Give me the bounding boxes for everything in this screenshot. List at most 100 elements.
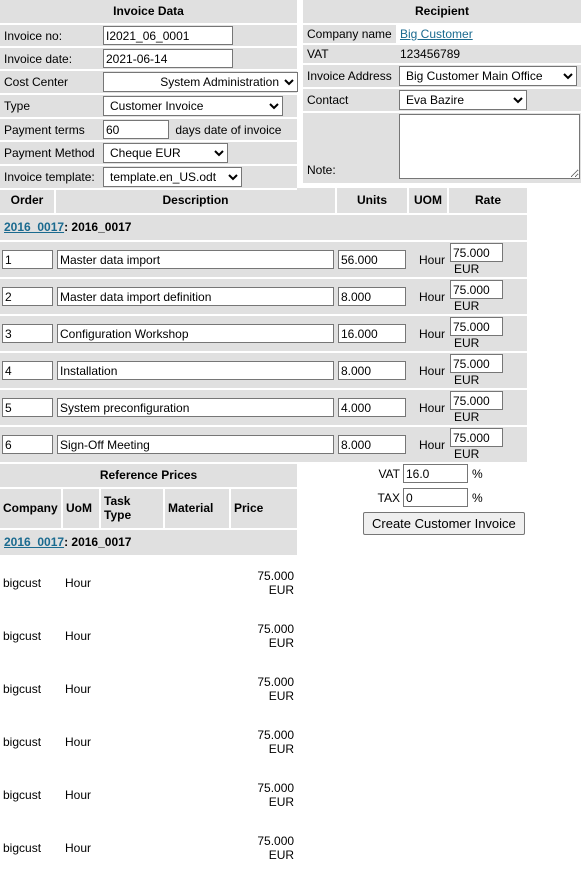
cost-center-label: Cost Center xyxy=(0,70,100,95)
payment-method-select[interactable]: Cheque EUR xyxy=(103,143,228,163)
invoice-date-input[interactable] xyxy=(103,49,233,68)
item-rate-input[interactable] xyxy=(450,317,503,336)
contact-select[interactable]: Eva Bazire xyxy=(399,90,527,110)
item-units-cell xyxy=(336,389,408,427)
type-cell: Customer Invoice xyxy=(100,94,298,119)
totals-box: VAT % TAX % Create Customer Invoice xyxy=(360,464,560,535)
payment-terms-cell: days date of invoice xyxy=(100,118,298,142)
list-item: bigcust Hour 75.000 EUR xyxy=(0,663,298,716)
row-company-name: Company name Big Customer xyxy=(303,24,581,45)
table-row: Hour EUR xyxy=(0,278,527,316)
table-row: Hour EUR xyxy=(0,389,527,427)
item-order-input[interactable] xyxy=(2,435,53,454)
item-uom-value: Hour xyxy=(408,352,448,390)
ref-company: bigcust xyxy=(0,610,62,663)
item-rate-cell: EUR xyxy=(448,315,527,353)
item-rate-cell: EUR xyxy=(448,389,527,427)
ref-group-suffix: : 2016_0017 xyxy=(64,535,132,549)
item-rate-input[interactable] xyxy=(450,391,503,410)
item-description-cell xyxy=(55,315,336,353)
payment-method-label: Payment Method xyxy=(0,141,100,166)
ref-company: bigcust xyxy=(0,769,62,822)
item-order-input[interactable] xyxy=(2,287,53,306)
items-group-suffix: : 2016_0017 xyxy=(64,220,132,234)
ref-uom: Hour xyxy=(62,822,100,875)
item-order-cell xyxy=(0,315,55,353)
items-group-link[interactable]: 2016_0017 xyxy=(4,220,64,234)
create-customer-invoice-button[interactable]: Create Customer Invoice xyxy=(363,512,525,535)
item-units-input[interactable] xyxy=(338,324,406,343)
table-row: Hour EUR xyxy=(0,426,527,464)
vat-label: VAT xyxy=(303,44,396,65)
item-description-input[interactable] xyxy=(57,398,334,417)
tax-total-label: TAX xyxy=(377,490,400,505)
item-rate-input[interactable] xyxy=(450,243,503,262)
ref-group-link[interactable]: 2016_0017 xyxy=(4,535,64,549)
item-rate-input[interactable] xyxy=(450,428,503,447)
items-header-row: Order Description Units UOM Rate xyxy=(0,188,527,215)
invoice-template-select[interactable]: template.en_US.odt xyxy=(103,167,242,187)
ref-material xyxy=(164,556,230,610)
payment-terms-input[interactable] xyxy=(103,120,169,139)
vat-input[interactable] xyxy=(403,464,468,483)
tax-input[interactable] xyxy=(403,488,468,507)
item-description-input[interactable] xyxy=(57,324,334,343)
recipient-table: Recipient Company name Big Customer VAT … xyxy=(303,0,581,185)
item-units-input[interactable] xyxy=(338,287,406,306)
item-uom-value: Hour xyxy=(408,389,448,427)
item-units-input[interactable] xyxy=(338,398,406,417)
vat-percent-sign: % xyxy=(472,466,483,481)
items-header-rate: Rate xyxy=(448,188,527,215)
items-group-row: 2016_0017: 2016_0017 xyxy=(0,214,527,242)
ref-group-row: 2016_0017: 2016_0017 xyxy=(0,529,298,557)
payment-method-cell: Cheque EUR xyxy=(100,141,298,166)
item-order-input[interactable] xyxy=(2,398,53,417)
item-rate-input[interactable] xyxy=(450,354,503,373)
item-uom-value: Hour xyxy=(408,241,448,279)
type-select[interactable]: Customer Invoice xyxy=(103,96,283,116)
ref-task-type xyxy=(100,716,164,769)
vat-row: VAT % xyxy=(360,464,560,483)
ref-uom: Hour xyxy=(62,769,100,822)
table-row: Hour EUR xyxy=(0,352,527,390)
item-units-input[interactable] xyxy=(338,250,406,269)
invoice-template-cell: template.en_US.odt xyxy=(100,165,298,190)
ref-uom: Hour xyxy=(62,663,100,716)
company-name-link[interactable]: Big Customer xyxy=(400,27,473,41)
item-description-input[interactable] xyxy=(57,287,334,306)
item-description-input[interactable] xyxy=(57,435,334,454)
note-textarea[interactable] xyxy=(399,114,580,179)
item-units-input[interactable] xyxy=(338,361,406,380)
item-description-cell xyxy=(55,426,336,464)
item-rate-input[interactable] xyxy=(450,280,503,299)
invoice-address-select[interactable]: Big Customer Main Office xyxy=(399,66,577,86)
ref-material xyxy=(164,663,230,716)
vat-value: 123456789 xyxy=(396,44,581,65)
item-order-input[interactable] xyxy=(2,324,53,343)
company-name-label: Company name xyxy=(303,24,396,45)
invoice-no-input[interactable] xyxy=(103,26,233,45)
row-type: Type Customer Invoice xyxy=(0,94,298,119)
payment-terms-label: Payment terms xyxy=(0,118,100,142)
note-label: Note: xyxy=(303,112,396,185)
cost-center-select[interactable]: System Administration xyxy=(103,72,298,92)
ref-header-uom: UoM xyxy=(62,488,101,530)
ref-price: 75.000 EUR xyxy=(230,716,298,769)
row-contact: Contact Eva Bazire xyxy=(303,88,581,113)
note-cell xyxy=(396,112,581,185)
item-units-cell xyxy=(336,278,408,316)
item-description-input[interactable] xyxy=(57,250,334,269)
row-payment-terms: Payment terms days date of invoice xyxy=(0,118,298,142)
item-currency-label: EUR xyxy=(454,373,480,387)
item-rate-cell: EUR xyxy=(448,278,527,316)
item-description-input[interactable] xyxy=(57,361,334,380)
invoice-data-panel: Invoice Data Invoice no: Invoice date: C… xyxy=(0,0,298,190)
item-order-input[interactable] xyxy=(2,250,53,269)
item-description-cell xyxy=(55,241,336,279)
reference-prices-panel: Reference Prices Company UoM Task Type M… xyxy=(0,464,298,875)
item-units-input[interactable] xyxy=(338,435,406,454)
invoice-data-title: Invoice Data xyxy=(0,0,298,25)
invoice-no-cell xyxy=(100,24,298,48)
item-order-input[interactable] xyxy=(2,361,53,380)
table-row: Hour EUR xyxy=(0,315,527,353)
